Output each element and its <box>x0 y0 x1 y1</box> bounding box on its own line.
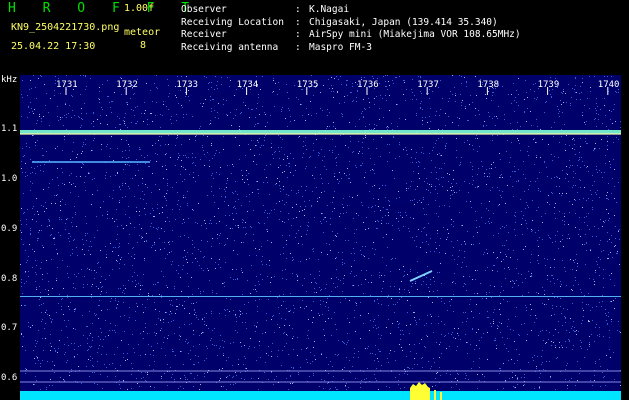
info-block: Observer: K.Nagai Receiving Location: Chig… <box>181 4 521 54</box>
datetime-label: 25.04.22 17:30 <box>11 41 96 52</box>
x-tick-label: 1737 <box>417 80 439 90</box>
meteor-burst <box>410 382 430 400</box>
x-tick-label: 1733 <box>176 80 199 90</box>
y-tick-label: 1.1 <box>1 124 18 134</box>
meteor-label: meteor <box>124 27 161 38</box>
y-tick-label: 0.6 <box>1 373 18 383</box>
x-tick-label: 1738 <box>477 80 500 90</box>
spectrogram-plot <box>20 75 621 400</box>
x-tick-label: 1734 <box>236 80 259 90</box>
info-row-antenna: Receiving antenna: Maspro FM-3 <box>181 41 372 53</box>
info-row-location: Receiving Location: Chigasaki, Japan (139… <box>181 16 498 28</box>
app-title: H R O F F T <box>8 1 199 16</box>
version-label: 1.00f <box>124 3 155 14</box>
y-tick-label: 0.8 <box>1 274 18 284</box>
x-tick-label: 1736 <box>357 80 379 90</box>
info-row-observer: Observer: K.Nagai <box>181 4 350 15</box>
y-tick-label: 0.7 <box>1 323 18 333</box>
header-panel: H R O F F T 1.00f KN9_2504221730.png met… <box>0 0 629 75</box>
noise-layer <box>20 75 621 390</box>
filename-label: KN9_2504221730.png <box>11 22 120 33</box>
baseline-band <box>20 391 621 400</box>
y-tick-label: 0.9 <box>1 224 18 234</box>
echo-line <box>32 161 150 163</box>
carrier-core <box>20 133 621 135</box>
x-tick-label: 1740 <box>597 80 620 90</box>
meteor-burst <box>440 392 442 400</box>
x-tick-label: 1731 <box>56 80 78 90</box>
x-tick-label: 1739 <box>537 80 560 90</box>
y-tick-label: 1.0 <box>1 174 18 184</box>
y-axis-unit: kHz <box>1 75 18 85</box>
x-tick-label: 1735 <box>296 80 319 90</box>
x-tick-label: 1732 <box>116 80 138 90</box>
info-row-receiver: Receiver: AirSpy mini (Miakejima VOR 108.… <box>181 29 521 40</box>
meteor-streak <box>409 270 433 282</box>
reference-line <box>20 296 621 297</box>
spectrogram-canvas <box>20 75 621 400</box>
meteor-burst <box>434 390 436 400</box>
meteor-count: 8 <box>140 40 147 51</box>
